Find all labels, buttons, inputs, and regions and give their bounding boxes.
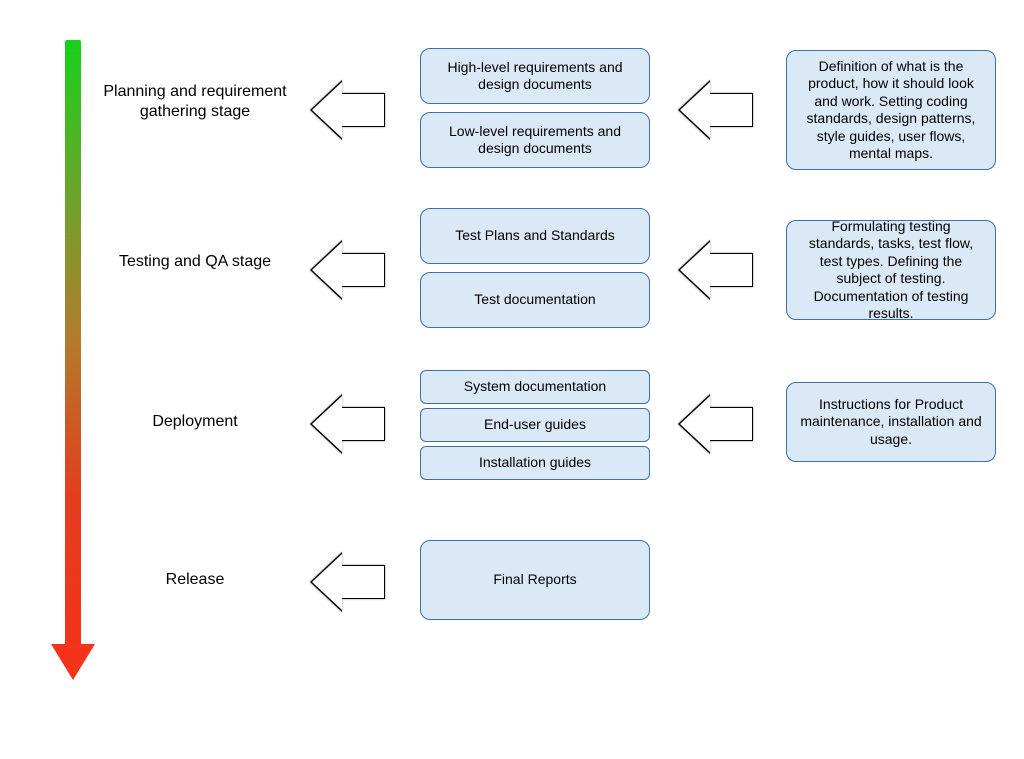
arrow-shaft <box>341 565 385 599</box>
stage-label-testing: Testing and QA stage <box>100 252 290 272</box>
arrow-head-icon <box>312 82 342 138</box>
timeline-arrowhead <box>51 644 95 680</box>
box-user-guides: End-user guides <box>420 408 650 442</box>
arrow-head-icon <box>312 242 342 298</box>
desc-deployment: Instructions for Product maintenance, in… <box>786 382 996 462</box>
arrow-left-planning-1 <box>312 82 385 138</box>
stage-label-planning: Planning and requirement gathering stage <box>100 82 290 122</box>
arrow-head-icon <box>680 396 710 452</box>
arrow-shaft <box>341 253 385 287</box>
desc-planning: Definition of what is the product, how i… <box>786 50 996 170</box>
arrow-shaft <box>341 407 385 441</box>
timeline-arrow <box>62 40 84 680</box>
arrow-left-deployment-2 <box>680 396 753 452</box>
box-install-guides: Installation guides <box>420 446 650 480</box>
box-low-level-req: Low-level requirements and design docume… <box>420 112 650 168</box>
arrow-head-icon <box>312 554 342 610</box>
box-high-level-req: High-level requirements and design docum… <box>420 48 650 104</box>
arrow-left-planning-2 <box>680 82 753 138</box>
arrow-left-testing-2 <box>680 242 753 298</box>
box-test-docs: Test documentation <box>420 272 650 328</box>
desc-testing: Formulating testing standards, tasks, te… <box>786 220 996 320</box>
timeline-shaft <box>65 40 81 645</box>
box-test-plans: Test Plans and Standards <box>420 208 650 264</box>
arrow-left-deployment-1 <box>312 396 385 452</box>
arrow-shaft <box>709 407 753 441</box>
arrow-left-testing-1 <box>312 242 385 298</box>
arrow-shaft <box>341 93 385 127</box>
box-system-docs: System documentation <box>420 370 650 404</box>
arrow-shaft <box>709 253 753 287</box>
stage-label-release: Release <box>100 570 290 590</box>
arrow-head-icon <box>312 396 342 452</box>
stage-label-deployment: Deployment <box>100 412 290 432</box>
box-final-reports: Final Reports <box>420 540 650 620</box>
arrow-shaft <box>709 93 753 127</box>
arrow-head-icon <box>680 242 710 298</box>
arrow-head-icon <box>680 82 710 138</box>
arrow-left-release <box>312 554 385 610</box>
